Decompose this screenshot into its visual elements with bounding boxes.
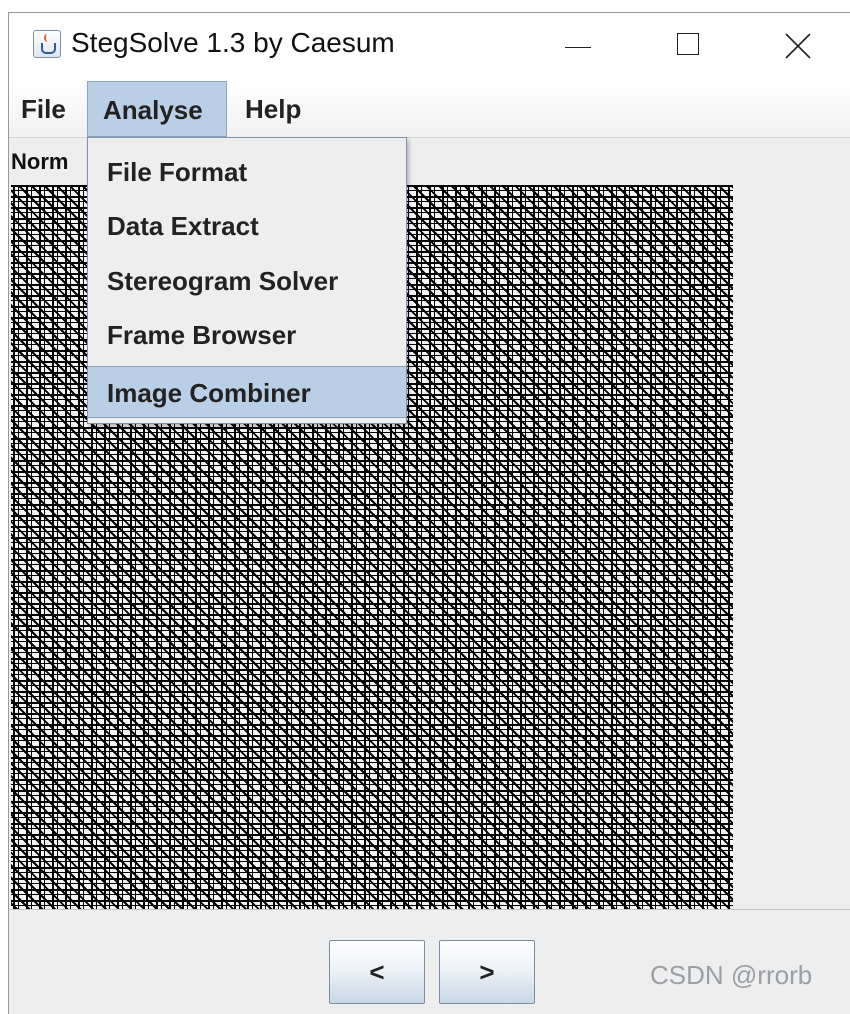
maximize-icon bbox=[677, 33, 699, 55]
close-button[interactable] bbox=[755, 13, 835, 81]
menu-item-stereogram-solver[interactable]: Stereogram Solver bbox=[88, 255, 406, 307]
previous-button[interactable]: < bbox=[329, 940, 425, 1004]
menu-help[interactable]: Help bbox=[245, 81, 325, 137]
watermark: CSDN @rrorb bbox=[650, 960, 813, 990]
maximize-button[interactable] bbox=[643, 13, 723, 81]
menu-bar: File Analyse Help bbox=[9, 81, 850, 138]
title-bar: StegSolve 1.3 by Caesum bbox=[9, 13, 850, 81]
analyse-dropdown-menu: File Format Data Extract Stereogram Solv… bbox=[87, 137, 407, 424]
menu-item-image-combiner[interactable]: Image Combiner bbox=[88, 366, 406, 418]
next-button[interactable]: > bbox=[439, 940, 535, 1004]
menu-item-data-extract[interactable]: Data Extract bbox=[88, 200, 406, 252]
menu-item-file-format[interactable]: File Format bbox=[88, 146, 406, 198]
menu-file[interactable]: File bbox=[21, 81, 93, 137]
minimize-button[interactable] bbox=[537, 13, 617, 81]
menu-analyse[interactable]: Analyse bbox=[87, 81, 227, 137]
java-icon bbox=[33, 30, 61, 58]
minimize-icon bbox=[565, 47, 591, 48]
window-title: StegSolve 1.3 by Caesum bbox=[71, 27, 395, 58]
menu-item-frame-browser[interactable]: Frame Browser bbox=[88, 309, 406, 361]
stegsolve-window: StegSolve 1.3 by Caesum File Analyse Hel… bbox=[8, 12, 850, 1014]
view-mode-label: Norm bbox=[11, 149, 69, 174]
close-icon bbox=[785, 33, 811, 59]
